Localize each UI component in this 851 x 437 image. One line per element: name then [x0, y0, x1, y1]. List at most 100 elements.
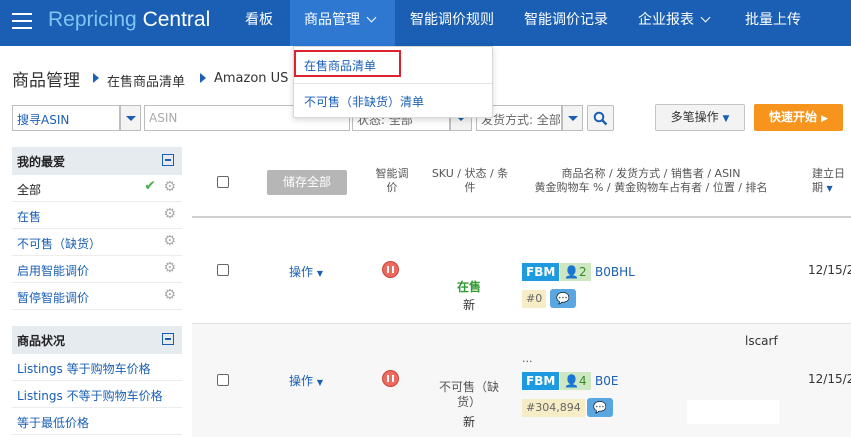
sidebar-item-label: 暂停智能调价	[17, 291, 90, 305]
dropdown-divider	[294, 83, 492, 84]
message-icon[interactable]: 💬	[587, 398, 613, 417]
redacted-block	[687, 400, 779, 424]
breadcrumb-arrow-icon	[93, 73, 99, 83]
col-smart-repricing: 智能调价	[375, 167, 409, 194]
sidebar-item-label: 不可售（缺货）	[17, 237, 102, 251]
status-badge: 不可售（缺货）	[438, 380, 499, 409]
collapse-icon[interactable]	[162, 154, 174, 166]
seller-count[interactable]: 👤4	[560, 372, 591, 390]
logo-part2: Central	[142, 8, 211, 31]
gear-icon[interactable]: ⚙	[163, 179, 176, 195]
message-icon[interactable]: 💬	[550, 289, 576, 308]
col-product-name-line2: 黄金购物车 % / 黄金购物车占有者 / 位置 / 排名	[534, 181, 768, 194]
breadcrumb-level2: Amazon US	[214, 71, 289, 86]
table-row: 操作 ▼ 在售 新 FBM 👤2 B0BHL #0 💬 12/15/20	[192, 218, 851, 323]
condition-label: 新	[462, 415, 475, 429]
gear-icon[interactable]: ⚙	[163, 233, 176, 249]
sidebar-favorites-header: 我的最爱	[12, 147, 182, 175]
created-date: 12/15/20	[808, 372, 851, 386]
quick-start-button[interactable]: 快速开始 ▶	[754, 104, 843, 131]
dropdown-item-active-listings[interactable]: 在售商品清单	[304, 57, 376, 74]
created-date: 12/15/20	[808, 263, 851, 277]
row-action-label: 操作	[289, 265, 314, 279]
caret-right-icon: ▶	[821, 114, 829, 124]
sidebar-item-smart-enabled[interactable]: 启用智能调价 ⚙	[12, 256, 182, 283]
page-title: 商品管理	[12, 71, 80, 91]
sidebar-item-label: 启用智能调价	[17, 264, 90, 278]
fulfillment-badge: FBM	[522, 372, 560, 390]
sidebar-item-all[interactable]: 全部 ✔ ⚙	[12, 175, 182, 202]
fulfillment-badge: FBM	[522, 263, 560, 281]
col-product-name: 商品名称 / 发货方式 / 销售者 / ASIN 黄金购物车 % / 黄金购物车占…	[526, 167, 776, 195]
caret-down-icon: ▼	[316, 378, 323, 387]
nav-reports-label: 企业报表	[638, 12, 694, 28]
gear-icon[interactable]: ⚙	[163, 206, 176, 222]
logo-part1: Repricing	[48, 8, 137, 31]
nav-smart-rules[interactable]: 智能调价规则	[410, 0, 494, 46]
gear-icon[interactable]: ⚙	[163, 287, 176, 303]
nav-reports[interactable]: 企业报表	[638, 0, 711, 46]
sidebar-item-label: 在售	[17, 210, 42, 224]
select-all-checkbox[interactable]	[217, 176, 229, 188]
user-icon: 👤	[564, 374, 579, 388]
sidebar-item-label: 全部	[17, 183, 42, 197]
rank-badge: #304,894	[522, 399, 585, 417]
table-row: 操作 ▼ 不可售（缺货） 新 ... FBM 👤4 B0E #304,894 💬…	[192, 324, 851, 437]
chevron-down-icon	[366, 12, 377, 23]
nav-product-management-label: 商品管理	[304, 12, 360, 28]
row-action-label: 操作	[289, 374, 314, 388]
nav-smart-records[interactable]: 智能调价记录	[524, 0, 608, 46]
sidebar-item-out-of-stock[interactable]: 不可售（缺货） ⚙	[12, 229, 182, 256]
chevron-down-icon	[700, 12, 711, 23]
quick-start-label: 快速开始	[768, 110, 817, 124]
breadcrumb-level1[interactable]: 在售商品清单	[107, 71, 185, 90]
row-checkbox[interactable]	[217, 374, 229, 386]
rank-badge: #0	[522, 290, 547, 308]
product-title-snippet: lscarf	[745, 334, 778, 348]
product-management-dropdown: 在售商品清单 不可售（非缺货）清单	[293, 46, 493, 118]
seller-count-value: 2	[578, 265, 587, 279]
logo[interactable]: Repricing Central	[48, 8, 210, 32]
col-created-date[interactable]: 建立日期 ▼	[812, 167, 851, 196]
sidebar-status-header: 商品状况	[12, 326, 182, 354]
search-type-caret[interactable]	[120, 105, 141, 131]
caret-down-icon	[126, 116, 136, 121]
seller-count[interactable]: 👤2	[560, 263, 591, 281]
search-type-select[interactable]: 搜寻ASIN	[12, 105, 120, 131]
row-action-menu[interactable]: 操作 ▼	[289, 372, 323, 389]
sidebar-favorites-title: 我的最爱	[17, 155, 66, 169]
dropdown-item-inactive-listings[interactable]: 不可售（非缺货）清单	[304, 93, 424, 110]
caret-down-icon: ▼	[722, 114, 730, 124]
top-nav: Repricing Central 看板 商品管理 智能调价规则 智能调价记录 …	[0, 0, 851, 46]
search-icon	[593, 111, 608, 126]
sidebar-item-equal-lowest[interactable]: 等于最低价格	[12, 408, 182, 435]
bulk-actions-button[interactable]: 多笔操作 ▼	[655, 104, 745, 131]
breadcrumb-arrow-icon	[200, 73, 206, 83]
save-all-button[interactable]: 储存全部	[267, 170, 347, 195]
asin-link[interactable]: B0E	[595, 374, 618, 388]
bulk-actions-label: 多笔操作	[670, 110, 719, 124]
user-icon: 👤	[564, 265, 579, 279]
status-badge: 在售	[456, 280, 481, 294]
pause-icon[interactable]	[382, 261, 399, 278]
pause-icon[interactable]	[382, 370, 399, 387]
sidebar-item-equal-buybox[interactable]: Listings 等于购物车价格	[12, 354, 182, 381]
caret-down-icon: ▼	[316, 269, 323, 278]
nav-dashboard[interactable]: 看板	[245, 0, 275, 46]
collapse-icon[interactable]	[162, 333, 174, 345]
nav-bulk-upload[interactable]: 批量上传	[745, 0, 801, 46]
row-checkbox[interactable]	[217, 264, 229, 276]
sidebar-item-not-equal-buybox[interactable]: Listings 不等于购物车价格	[12, 381, 182, 408]
sidebar-status-title: 商品状况	[17, 334, 66, 348]
sidebar-item-active[interactable]: 在售 ⚙	[12, 202, 182, 229]
gear-icon[interactable]: ⚙	[163, 260, 176, 276]
menu-icon[interactable]	[12, 13, 32, 29]
row-action-menu[interactable]: 操作 ▼	[289, 263, 323, 280]
col-sku-status: SKU / 状态 / 条件	[431, 167, 509, 194]
col-product-name-line1: 商品名称 / 发货方式 / 销售者 / ASIN	[561, 167, 741, 180]
shipping-filter-caret[interactable]	[562, 105, 583, 131]
nav-product-management[interactable]: 商品管理	[290, 0, 395, 46]
search-button[interactable]	[587, 105, 614, 131]
sidebar-item-smart-paused[interactable]: 暂停智能调价 ⚙	[12, 283, 182, 310]
asin-link[interactable]: B0BHL	[595, 265, 635, 279]
